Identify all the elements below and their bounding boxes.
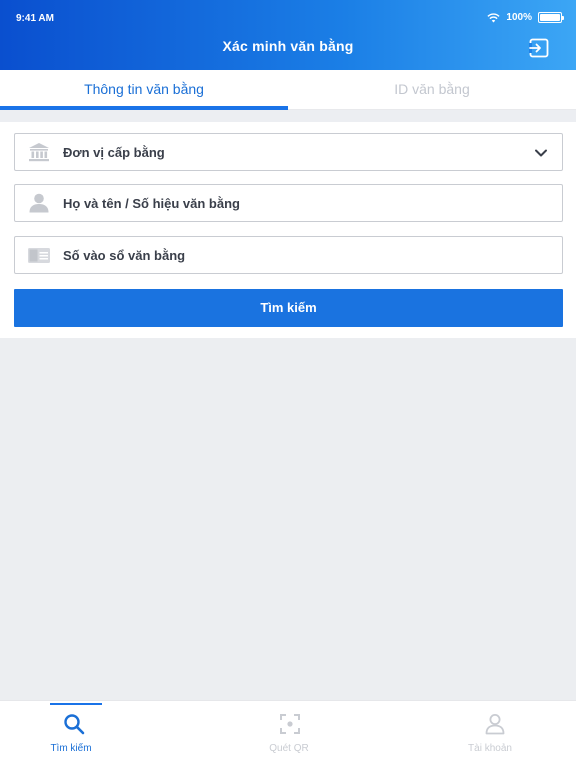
bank-icon: [29, 143, 49, 162]
issuer-dropdown[interactable]: Đơn vị cấp bằng: [14, 133, 563, 171]
nav-item-qr-scan[interactable]: Quét QR: [229, 701, 349, 768]
tab-bar: Thông tin văn bằng ID văn bằng: [0, 70, 576, 110]
page-title: Xác minh văn bằng: [222, 38, 354, 54]
search-icon: [64, 714, 85, 735]
status-time: 9:41 AM: [16, 13, 54, 24]
chevron-down-icon: [535, 149, 547, 157]
account-icon: [485, 714, 505, 735]
nav-label-search: Tìm kiếm: [50, 743, 92, 754]
nav-label-account: Tài khoản: [468, 743, 512, 754]
nav-item-account[interactable]: Tài khoản: [430, 701, 550, 768]
id-card-icon: [28, 248, 50, 263]
tab-certificate-info[interactable]: Thông tin văn bằng: [0, 70, 288, 110]
registry-number-label: Số vào sổ văn bằng: [63, 248, 186, 263]
app-header: 9:41 AM 100% Xác minh văn bằng: [0, 0, 576, 70]
bottom-navigation: Tìm kiếm Quét QR Tài khoản: [0, 700, 576, 768]
issuer-label: Đơn vị cấp bằng: [63, 145, 165, 160]
battery-icon: [538, 12, 564, 23]
status-indicators: 100%: [487, 12, 564, 23]
search-button[interactable]: Tìm kiếm: [14, 289, 563, 327]
nav-label-qr-scan: Quét QR: [269, 743, 309, 754]
wifi-icon: [487, 12, 501, 22]
tab-certificate-id[interactable]: ID văn bằng: [288, 70, 576, 110]
logout-icon[interactable]: [528, 37, 550, 59]
registry-number-field[interactable]: Số vào sổ văn bằng: [14, 236, 563, 274]
results-area: [0, 338, 576, 700]
qr-scan-icon: [280, 714, 300, 734]
name-or-number-label: Họ và tên / Số hiệu văn bằng: [63, 196, 240, 211]
search-form: Đơn vị cấp bằng Họ và tên / Số hiệu văn …: [0, 122, 576, 338]
name-or-number-field[interactable]: Họ và tên / Số hiệu văn bằng: [14, 184, 563, 222]
status-bar: 9:41 AM 100%: [0, 0, 576, 30]
section-divider: [0, 110, 576, 122]
person-icon: [29, 193, 49, 213]
nav-item-search[interactable]: Tìm kiếm: [11, 701, 131, 768]
battery-percent: 100%: [506, 12, 532, 23]
